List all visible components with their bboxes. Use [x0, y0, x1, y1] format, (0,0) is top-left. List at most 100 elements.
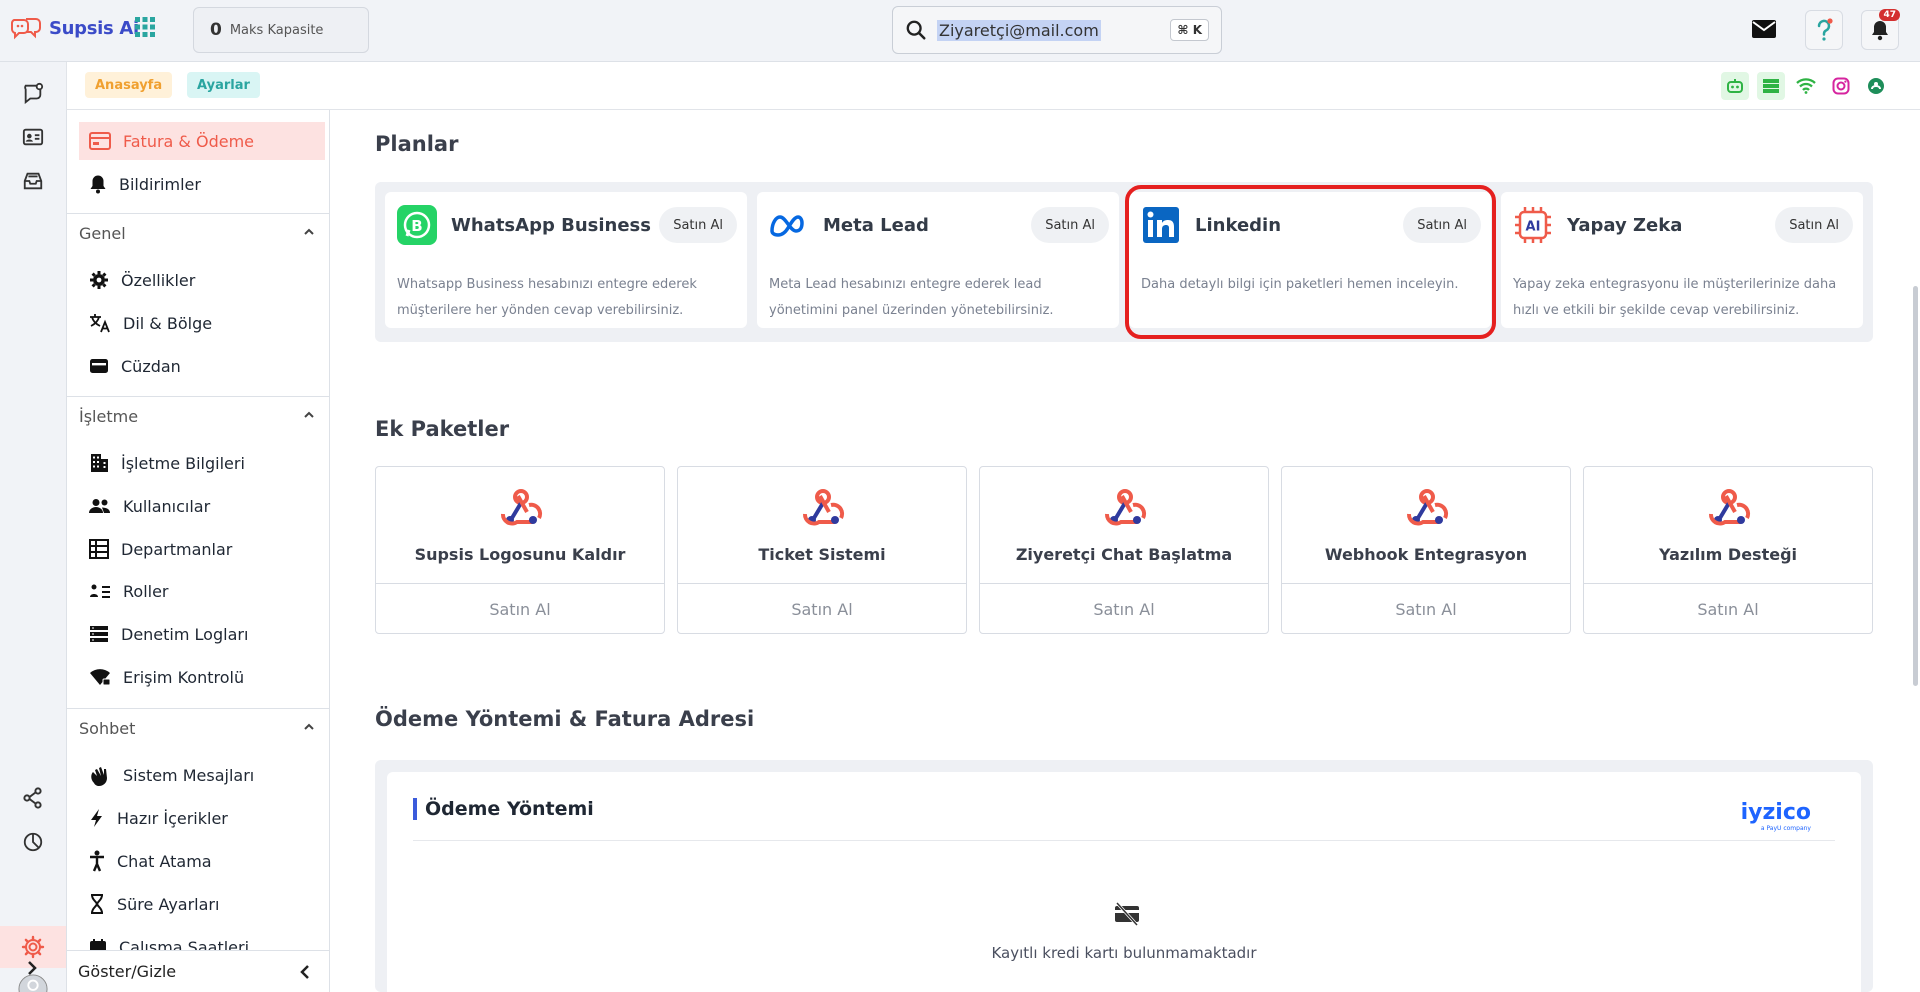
instagram-icon[interactable] — [1827, 72, 1855, 100]
divider — [413, 840, 1835, 841]
breadcrumb-settings[interactable]: Ayarlar — [187, 72, 260, 98]
sidebar-item-label: Departmanlar — [121, 539, 233, 559]
ai-chip-icon: AI — [1515, 207, 1551, 243]
payment-container: Ödeme Yöntemi iyzico a PayU company Kayıt… — [375, 760, 1873, 992]
addon-card: Webhook Entegrasyon Satın Al — [1281, 466, 1571, 634]
access-icon — [90, 669, 111, 686]
contacts-icon[interactable] — [18, 122, 48, 152]
search-input[interactable]: Ziyaretçi@mail.com — [937, 19, 1101, 41]
section-title: Sohbet — [79, 719, 136, 738]
capacity-label: Maks Kapasite — [229, 22, 324, 38]
plan-buy-button[interactable]: Satın Al — [659, 207, 737, 243]
users-icon — [89, 499, 110, 513]
scrollbar[interactable] — [1913, 286, 1918, 686]
plan-description: Yapay zeka entegrasyonu ile müşterilerin… — [1513, 277, 1837, 318]
sidebar-item-label: Özellikler — [121, 270, 196, 290]
addon-buy-button[interactable]: Satın Al — [980, 583, 1268, 635]
translate-icon — [90, 314, 110, 333]
sidebar-item-features[interactable]: Özellikler — [79, 261, 325, 299]
main-content: Planlar B WhatsApp Business Satın Al Wha… — [330, 110, 1920, 992]
person-icon — [90, 850, 104, 872]
sidebar-item-wallet[interactable]: Cüzdan — [79, 347, 325, 385]
wallet-icon — [90, 359, 108, 373]
plan-buy-button[interactable]: Satın Al — [1775, 207, 1853, 243]
sidebar-item-chat-assign[interactable]: Chat Atama — [79, 842, 325, 880]
expand-icon[interactable] — [26, 960, 38, 980]
logo[interactable]: Supsis Ai — [11, 15, 139, 41]
list-icon[interactable] — [1757, 72, 1785, 100]
sidebar-item-billing[interactable]: Fatura & Ödeme — [79, 122, 325, 160]
chevron-up-icon — [304, 723, 314, 730]
capacity-box[interactable]: 0 Maks Kapasite — [193, 7, 369, 53]
addon-buy-button[interactable]: Satın Al — [1584, 583, 1872, 635]
no-card-text: Kayıtlı kredi kartı bulunmamaktadır — [991, 944, 1257, 962]
mail-icon[interactable] — [1751, 18, 1777, 44]
webhook-icon — [1407, 489, 1449, 526]
plan-title: Yapay Zeka — [1567, 215, 1683, 236]
plan-card-ai: AI Yapay Zeka Satın Al Yapay zeka entegr… — [1501, 192, 1863, 328]
payment-card-title: Ödeme Yöntemi — [413, 798, 594, 820]
section-sohbet[interactable]: Sohbet — [67, 708, 329, 748]
sidebar-item-access-control[interactable]: Erişim Kontrolü — [79, 658, 325, 696]
section-title: İşletme — [79, 407, 139, 426]
sidebar-item-label: Roller — [123, 581, 169, 601]
capacity-value: 0 — [210, 20, 222, 40]
sidebar-item-label: Kullanıcılar — [123, 496, 211, 516]
sidebar-item-label: Denetim Logları — [121, 624, 249, 644]
department-icon — [89, 539, 109, 559]
logo-text: Supsis Ai — [49, 17, 139, 39]
addon-card: Ticket Sistemi Satın Al — [677, 466, 967, 634]
sidebar-item-business-info[interactable]: İşletme Bilgileri — [79, 444, 325, 482]
plans-title: Planlar — [375, 132, 459, 156]
settings-sidebar: Fatura & Ödeme Bildirimler Genel Özellik… — [66, 110, 330, 992]
share-icon[interactable] — [18, 783, 48, 813]
plan-description: Meta Lead hesabınızı entegre ederek lead… — [769, 277, 1054, 318]
iyzico-logo: iyzico a PayU company — [1741, 800, 1811, 832]
sidebar-item-system-messages[interactable]: Sistem Mesajları — [79, 756, 325, 794]
inbox-icon[interactable] — [18, 166, 48, 196]
wifi-icon[interactable] — [1792, 72, 1820, 100]
breadcrumb-home[interactable]: Anasayfa — [85, 72, 173, 98]
sidebar-item-label: Chat Atama — [117, 851, 212, 871]
help-button[interactable] — [1805, 10, 1843, 50]
addon-card: Ziyeretçi Chat Başlatma Satın Al — [979, 466, 1269, 634]
search-icon — [906, 20, 926, 40]
addon-buy-button[interactable]: Satın Al — [678, 583, 966, 635]
sidebar-item-time-settings[interactable]: Süre Ayarları — [79, 885, 325, 923]
sidebar-toggle[interactable]: Göster/Gizle — [67, 950, 329, 992]
sidebar-item-audit-logs[interactable]: Denetim Logları — [79, 615, 325, 653]
search-box[interactable]: Ziyaretçi@mail.com ⌘ K — [892, 6, 1222, 54]
integration-icon[interactable] — [1862, 72, 1890, 100]
addon-buy-button[interactable]: Satın Al — [1282, 583, 1570, 635]
sidebar-item-roles[interactable]: Roller — [79, 572, 325, 610]
webhook-icon — [1105, 489, 1147, 526]
chevron-left-icon — [300, 965, 309, 979]
bot-icon[interactable] — [1721, 72, 1749, 100]
sidebar-item-notifications[interactable]: Bildirimler — [79, 165, 325, 203]
sidebar-item-language[interactable]: Dil & Bölge — [79, 304, 325, 342]
bolt-icon — [91, 809, 102, 827]
notifications-button[interactable]: 47 — [1861, 9, 1900, 50]
sidebar-item-label: Dil & Bölge — [123, 313, 213, 333]
section-isletme[interactable]: İşletme — [67, 396, 329, 436]
gear-icon — [90, 271, 108, 289]
addon-title: Webhook Entegrasyon — [1324, 545, 1528, 564]
notification-badge: 47 — [1879, 9, 1900, 21]
apps-grid-icon[interactable] — [135, 17, 155, 41]
plan-description: Whatsapp Business hesabınızı entegre ede… — [397, 277, 697, 318]
plan-title: Meta Lead — [823, 215, 929, 236]
sidebar-item-users[interactable]: Kullanıcılar — [79, 487, 325, 525]
meta-icon — [770, 215, 804, 237]
section-genel[interactable]: Genel — [67, 213, 329, 253]
chat-icon[interactable] — [18, 78, 48, 108]
reports-icon[interactable] — [18, 827, 48, 857]
sidebar-item-label: Bildirimler — [119, 174, 201, 194]
sidebar-item-canned-content[interactable]: Hazır İçerikler — [79, 799, 325, 837]
svg-text:B: B — [411, 217, 422, 235]
svg-text:AI: AI — [1526, 220, 1541, 235]
settings-icon[interactable] — [18, 932, 48, 962]
plan-buy-button[interactable]: Satın Al — [1031, 207, 1109, 243]
roles-icon — [90, 584, 110, 598]
sidebar-item-departments[interactable]: Departmanlar — [79, 530, 325, 568]
addon-buy-button[interactable]: Satın Al — [376, 583, 664, 635]
